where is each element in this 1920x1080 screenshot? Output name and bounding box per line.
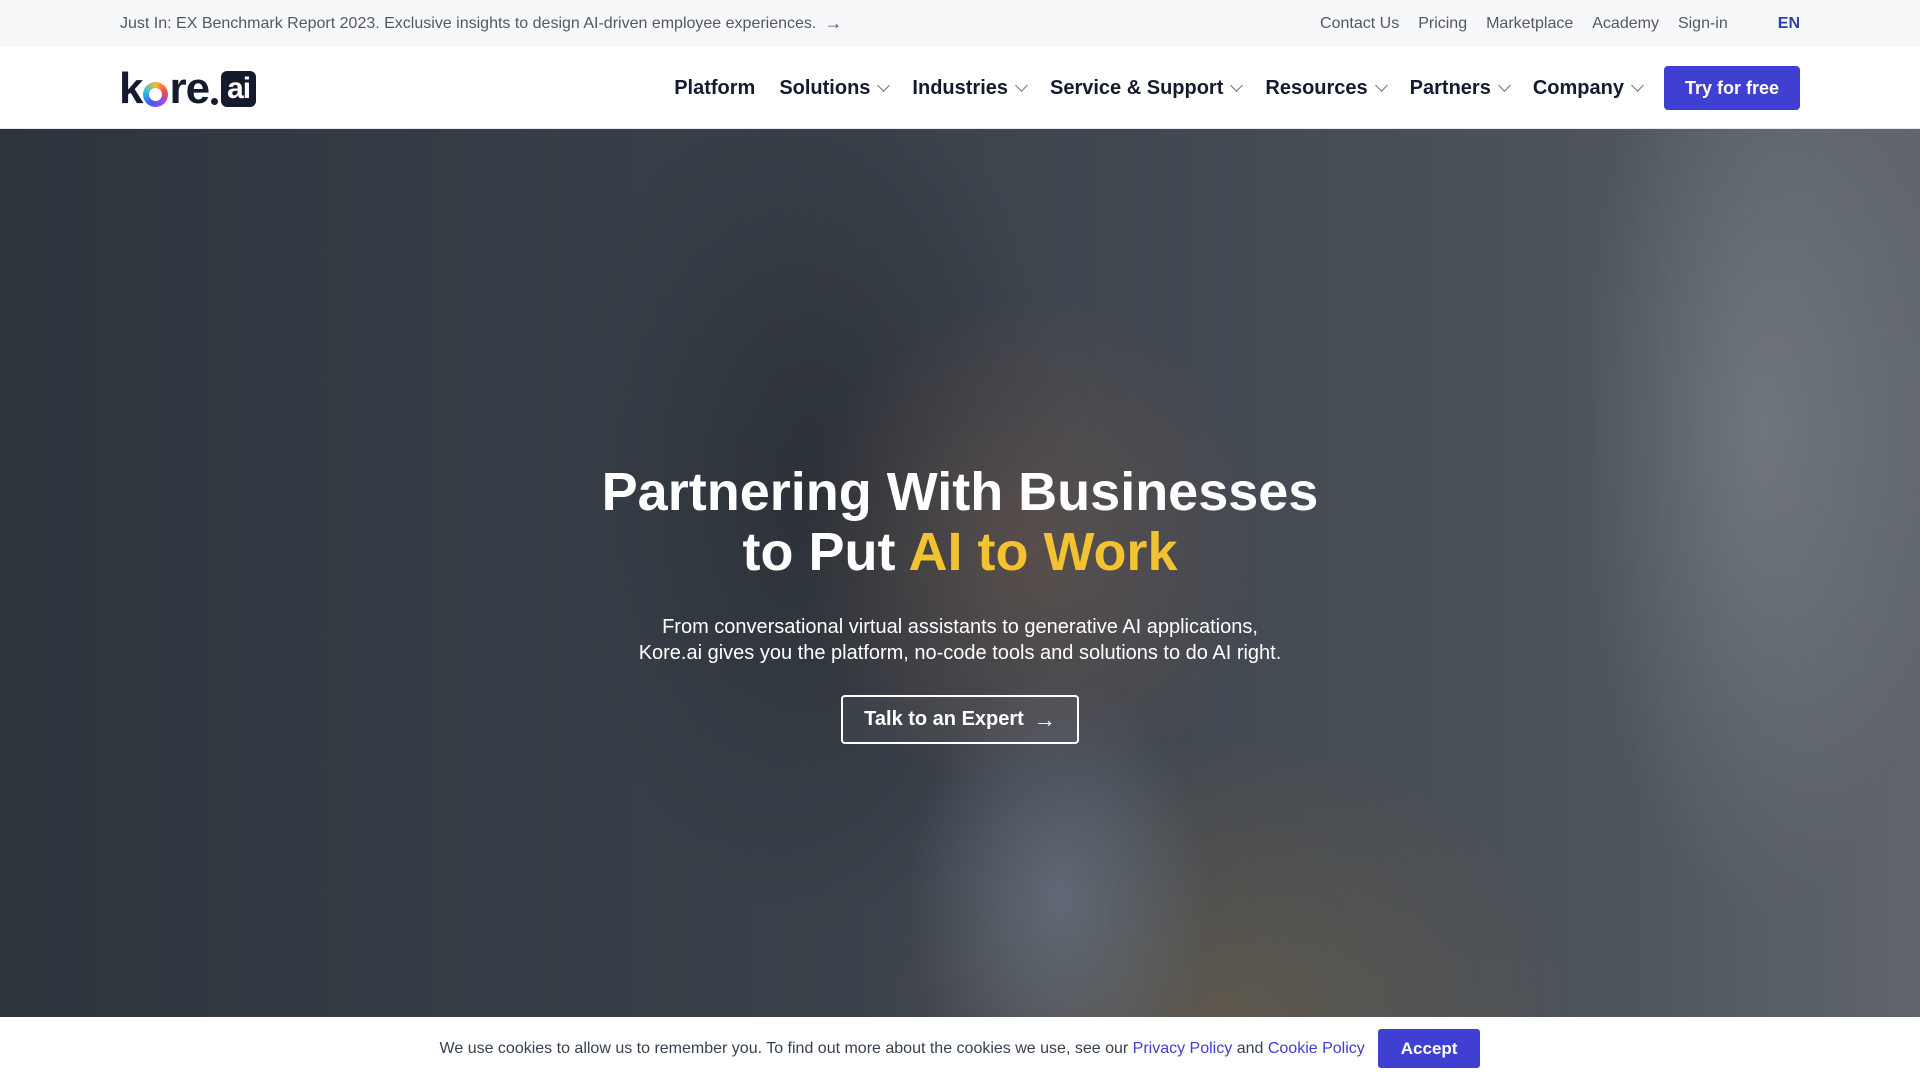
nav-item-partners[interactable]: Partners <box>1409 76 1511 100</box>
nav-item-label: Partners <box>1409 76 1491 99</box>
sign-in-link[interactable]: Sign-in <box>1678 15 1728 33</box>
privacy-policy-link[interactable]: Privacy Policy <box>1133 1040 1233 1058</box>
logo-ai-badge: ai <box>221 71 257 107</box>
talk-to-expert-button[interactable]: Talk to an Expert → <box>841 695 1079 744</box>
cookie-text: We use cookies to allow us to remember y… <box>439 1039 1129 1057</box>
logo-ring-icon <box>143 82 168 107</box>
academy-link[interactable]: Academy <box>1592 15 1659 33</box>
nav-item-label: Industries <box>912 76 1008 99</box>
language-selector[interactable]: EN <box>1778 15 1800 33</box>
nav-item-label: Solutions <box>779 76 871 99</box>
announcement-link[interactable]: Just In: EX Benchmark Report 2023. Exclu… <box>120 0 842 47</box>
nav-item-industries[interactable]: Industries <box>912 76 1028 100</box>
marketplace-link[interactable]: Marketplace <box>1486 15 1573 33</box>
hero-content: Partnering With Businesses to Put AI to … <box>0 129 1920 1017</box>
contact-us-link[interactable]: Contact Us <box>1320 15 1399 33</box>
announcement-text: Just In: EX Benchmark Report 2023. Exclu… <box>120 14 817 32</box>
chevron-down-icon <box>1230 78 1244 92</box>
cookie-conjunction: and <box>1236 1039 1264 1057</box>
nav-item-label: Platform <box>674 76 756 99</box>
arrow-right-icon: → <box>1033 706 1056 732</box>
hero-subtitle-line2: Kore.ai gives you the platform, no-code … <box>638 642 1282 664</box>
nav-item-label: Service & Support <box>1050 76 1224 99</box>
hero-section: Partnering With Businesses to Put AI to … <box>0 129 1920 1017</box>
nav-item-label: Company <box>1532 76 1624 99</box>
kore-ai-logo[interactable]: k re ai <box>119 64 257 113</box>
try-for-free-button[interactable]: Try for free <box>1663 66 1800 110</box>
pricing-link[interactable]: Pricing <box>1418 15 1467 33</box>
utility-links: Contact Us Pricing Marketplace Academy S… <box>1301 0 1800 47</box>
hero-subtitle: From conversational virtual assistants t… <box>0 614 1920 666</box>
logo-dot <box>211 97 219 105</box>
talk-to-expert-label: Talk to an Expert <box>864 708 1024 730</box>
nav-item-label: Resources <box>1265 76 1368 99</box>
chevron-down-icon <box>1631 78 1644 92</box>
nav-menu: Platform Solutions Industries Service & … <box>650 47 1800 129</box>
chevron-down-icon <box>1497 78 1511 92</box>
logo-wordmark: k re <box>119 64 210 113</box>
nav-item-resources[interactable]: Resources <box>1265 76 1388 100</box>
hero-title-line1: Partnering With Businesses <box>601 462 1319 522</box>
cookie-policy-link[interactable]: Cookie Policy <box>1268 1040 1365 1058</box>
chevron-down-icon <box>1374 78 1388 92</box>
nav-item-service-support[interactable]: Service & Support <box>1050 76 1244 100</box>
nav-item-company[interactable]: Company <box>1532 76 1644 100</box>
main-nav: k re ai Platform Solutions Industries Serv… <box>0 47 1920 129</box>
arrow-right-icon: → <box>824 13 843 33</box>
cookie-banner: We use cookies to allow us to remember y… <box>0 1017 1920 1080</box>
hero-subtitle-line1: From conversational virtual assistants t… <box>662 616 1258 638</box>
hero-title: Partnering With Businesses to Put AI to … <box>0 462 1920 582</box>
announcement-bar: Just In: EX Benchmark Report 2023. Exclu… <box>0 0 1920 47</box>
chevron-down-icon <box>1015 78 1028 92</box>
nav-item-solutions[interactable]: Solutions <box>779 76 891 100</box>
hero-title-line2-prefix: to Put <box>742 522 909 582</box>
hero-title-highlight: AI to Work <box>908 522 1178 582</box>
chevron-down-icon <box>877 78 891 92</box>
accept-cookies-button[interactable]: Accept <box>1377 1029 1481 1068</box>
nav-item-platform[interactable]: Platform <box>674 77 755 100</box>
